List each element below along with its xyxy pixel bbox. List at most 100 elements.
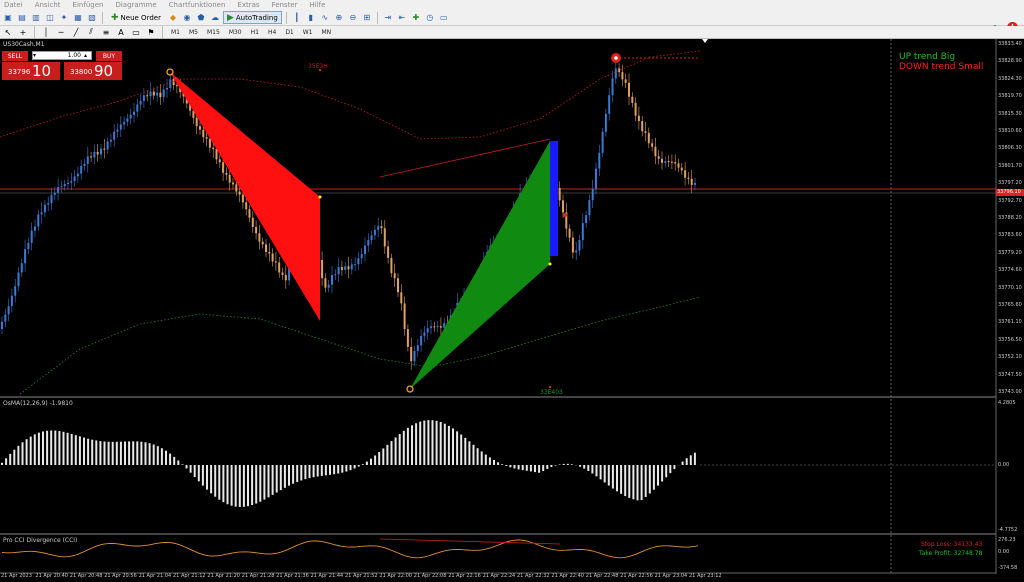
tile-windows-icon[interactable]: ⊞ (361, 12, 373, 24)
sell-button[interactable]: SELL (2, 51, 28, 61)
new-chart-icon[interactable]: ▣ (2, 12, 14, 24)
signal-dot (563, 213, 567, 217)
zoom-in-icon[interactable]: ⊕ (333, 12, 345, 24)
new-order-label: Neue Order (120, 13, 161, 22)
vertical-line-icon[interactable]: │ (40, 26, 52, 38)
strategy-tester-icon[interactable]: ▧ (86, 12, 98, 24)
candle-body (119, 124, 122, 130)
timeframe-mn[interactable]: MN (319, 27, 335, 38)
candle-body (618, 68, 621, 73)
candle-body (400, 292, 403, 304)
menu-hilfe[interactable]: Hilfe (310, 0, 326, 10)
menu-extras[interactable]: Extras (237, 0, 259, 10)
buy-price-pips: 90 (94, 62, 114, 80)
chart-window[interactable]: US30Cash,M1 SELL 1.00 ▾ ▴ BUY 33796 10 3… (0, 39, 1024, 582)
timeframe-w1[interactable]: W1 (300, 27, 316, 38)
candle-body (634, 102, 637, 116)
osma-bar (66, 432, 69, 465)
market-icon[interactable]: ⬟ (195, 12, 207, 24)
bar-chart-icon[interactable]: ┃ (291, 12, 303, 24)
candle-body (350, 264, 353, 270)
candle-body (327, 284, 330, 288)
terminal-icon[interactable]: ▦ (72, 12, 84, 24)
fibonacci-icon[interactable]: ≡ (100, 26, 112, 38)
osma-bar (140, 441, 143, 465)
lot-size-input[interactable]: 1.00 (32, 51, 92, 60)
cursor-icon[interactable]: ↖ (2, 26, 14, 38)
timeframe-m15[interactable]: M15 (204, 27, 223, 38)
menu-datei[interactable]: Datei (4, 0, 23, 10)
osma-bar (1, 462, 3, 465)
line-chart-icon[interactable]: ∿ (319, 12, 331, 24)
channel-icon[interactable]: ⫽ (85, 26, 97, 38)
price-axis-label: 33828.90 (998, 58, 1022, 65)
timeframe-h4[interactable]: H4 (265, 27, 279, 38)
osma-axis-zero: 0.00 (998, 462, 1010, 468)
menu-chartfunktionen[interactable]: Chartfunktionen (169, 0, 226, 10)
market-watch-icon[interactable]: ▥ (30, 12, 42, 24)
horizontal-line-icon[interactable]: ─ (55, 26, 67, 38)
candle-body (53, 192, 56, 195)
periods-icon[interactable]: ◷ (424, 12, 436, 24)
new-order-button[interactable]: ✚ Neue Order (107, 11, 165, 24)
candle-body (67, 182, 69, 184)
text-icon[interactable]: A (115, 26, 127, 38)
osma-bar (398, 434, 401, 465)
candle-body (175, 85, 178, 87)
sell-price-button[interactable]: 33796 10 (2, 62, 60, 80)
chart-shift-icon[interactable]: ⇥ (382, 12, 394, 24)
crosshair-icon[interactable]: + (17, 26, 29, 38)
osma-bar (259, 465, 262, 502)
vps-icon[interactable]: ☁ (209, 12, 221, 24)
candle-body (591, 188, 594, 201)
candle-body (37, 214, 40, 227)
timeframe-d1[interactable]: D1 (282, 27, 296, 38)
metaeditor-icon[interactable]: ◆ (167, 12, 179, 24)
shapes-icon[interactable]: ⚑ (145, 26, 157, 38)
buy-button[interactable]: BUY (96, 51, 122, 61)
candle-body (644, 131, 647, 133)
timeframe-m5[interactable]: M5 (186, 27, 201, 38)
menu-ansicht[interactable]: Ansicht (35, 0, 61, 10)
legend-down-trend: DOWN trend Small (899, 62, 984, 72)
candle-body (248, 209, 251, 218)
lot-down-icon[interactable]: ▾ (33, 52, 36, 59)
candle-body (340, 266, 343, 270)
templates-icon[interactable]: ▭ (438, 12, 450, 24)
menu-einfuegen[interactable]: Einfügen (73, 0, 104, 10)
osma-bar (603, 465, 606, 483)
candlestick-icon[interactable]: ▮ (305, 12, 317, 24)
navigator-icon[interactable]: ✦ (58, 12, 70, 24)
signals-icon[interactable]: ◉ (181, 12, 193, 24)
menu-diagramme[interactable]: Diagramme (115, 0, 156, 10)
osma-bar (472, 444, 475, 465)
candle-body (581, 223, 584, 241)
candle-body (232, 182, 234, 185)
data-window-icon[interactable]: ◫ (44, 12, 56, 24)
osma-bar (673, 465, 676, 470)
candle-body (86, 156, 89, 164)
candle-body (354, 264, 357, 266)
menu-fenster[interactable]: Fenster (272, 0, 298, 10)
buy-price-button[interactable]: 33800 90 (64, 62, 122, 80)
osma-bar (685, 458, 688, 465)
lot-up-icon[interactable]: ▴ (84, 52, 87, 59)
zoom-out-icon[interactable]: ⊖ (347, 12, 359, 24)
osma-bar (128, 441, 131, 465)
osma-bar (238, 465, 241, 507)
autotrading-button[interactable]: ▶ AutoTrading (222, 11, 282, 24)
autoscroll-icon[interactable]: ⇤ (396, 12, 408, 24)
timeframe-m30[interactable]: M30 (226, 27, 245, 38)
chart-canvas[interactable] (0, 39, 1024, 582)
osma-bar (435, 420, 438, 465)
trendline-icon[interactable]: ╱ (70, 26, 82, 38)
timeframe-h1[interactable]: H1 (248, 27, 262, 38)
candle-body (76, 173, 79, 177)
osma-bar (644, 465, 647, 497)
profiles-icon[interactable]: ▤ (16, 12, 28, 24)
timeframe-m1[interactable]: M1 (168, 27, 183, 38)
osma-bar (320, 465, 323, 476)
indicators-icon[interactable]: ✚ (410, 12, 422, 24)
label-icon[interactable]: ▭ (130, 26, 142, 38)
time-axis-label: 21 Apr 20:48 (69, 573, 103, 579)
